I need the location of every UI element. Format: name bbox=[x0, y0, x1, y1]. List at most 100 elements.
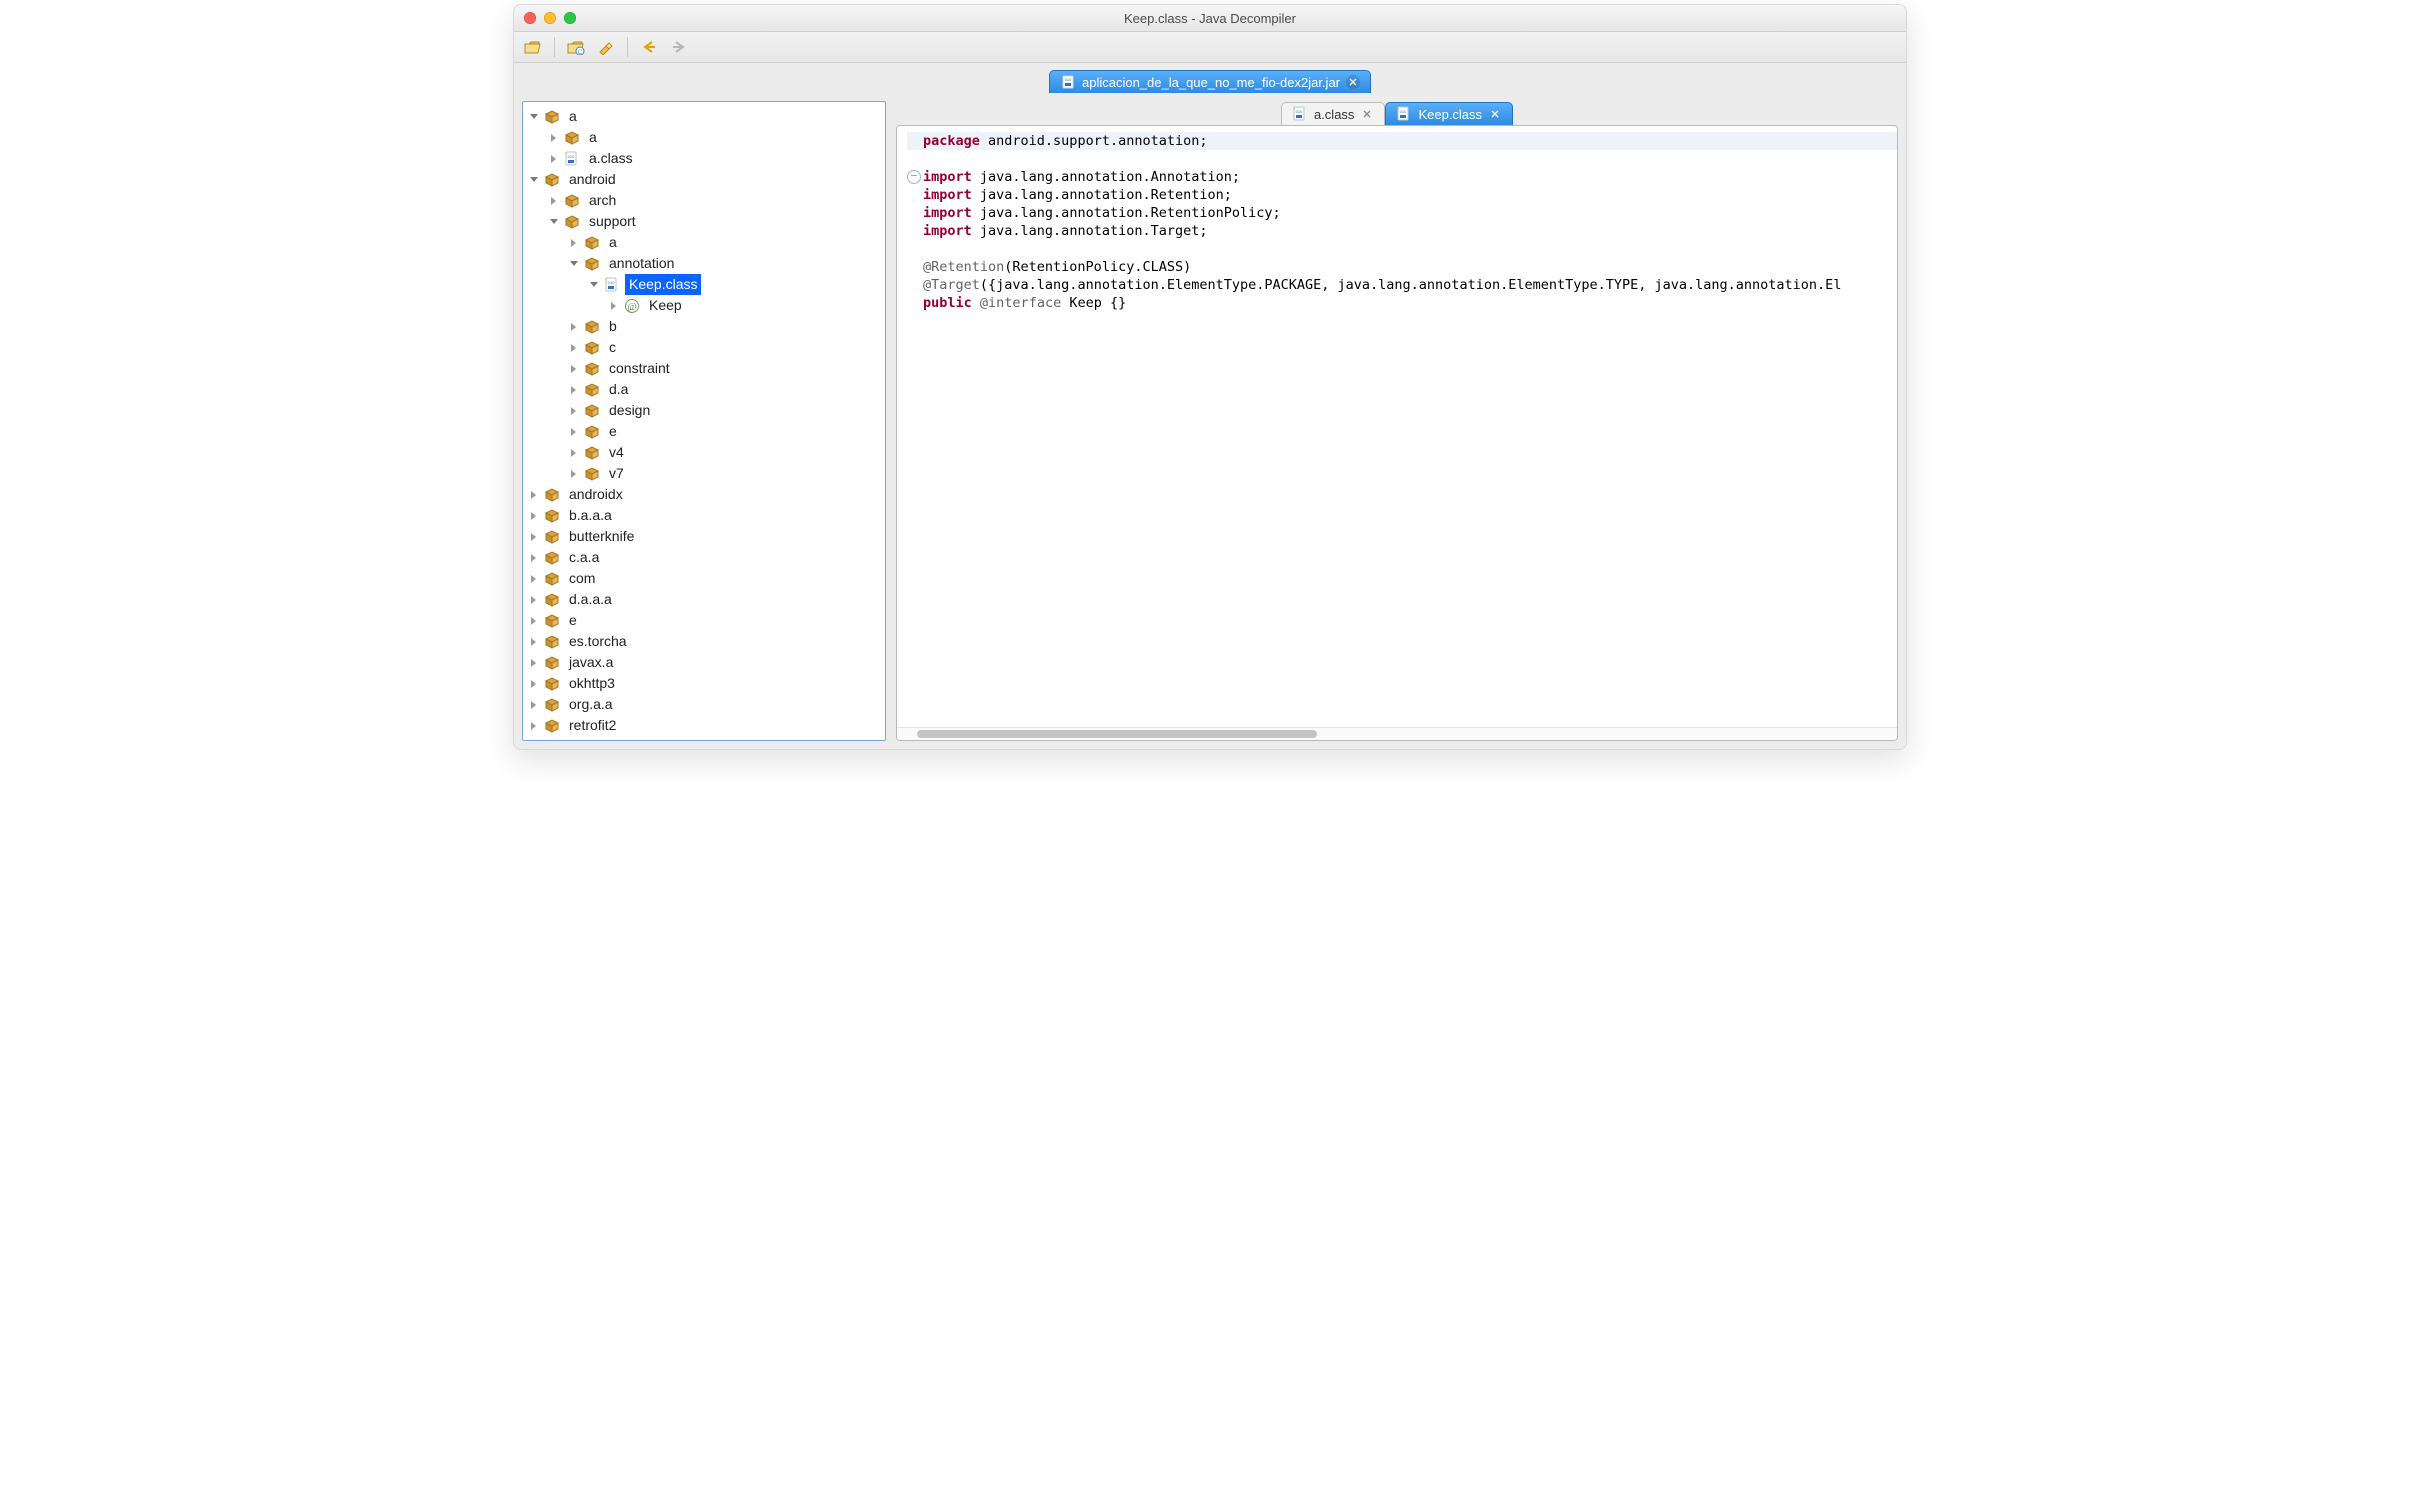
close-tab-icon[interactable] bbox=[1488, 107, 1502, 121]
tree-item-label: arch bbox=[585, 190, 620, 211]
tree-item-label: e bbox=[565, 610, 581, 631]
chevron-right-icon[interactable] bbox=[527, 614, 541, 628]
jar-icon: 010 bbox=[1060, 74, 1076, 90]
zoom-window-icon[interactable] bbox=[564, 12, 576, 24]
toolbar-separator bbox=[554, 37, 555, 57]
chevron-right-icon[interactable] bbox=[547, 152, 561, 166]
close-window-icon[interactable] bbox=[524, 12, 536, 24]
package-explorer[interactable]: aa010a.classandroidarchsupportaannotatio… bbox=[522, 101, 886, 741]
tree-item-label: Keep bbox=[645, 295, 686, 316]
open-type-button[interactable]: C bbox=[565, 36, 587, 58]
package-icon bbox=[583, 444, 601, 462]
tree-row[interactable]: e bbox=[523, 421, 885, 442]
chevron-right-icon[interactable] bbox=[547, 194, 561, 208]
open-file-button[interactable] bbox=[522, 36, 544, 58]
chevron-right-icon[interactable] bbox=[527, 635, 541, 649]
chevron-right-icon[interactable] bbox=[567, 383, 581, 397]
tree-item-label: c bbox=[605, 337, 620, 358]
tree-row[interactable]: b bbox=[523, 316, 885, 337]
tree-row[interactable]: support bbox=[523, 211, 885, 232]
tree-row[interactable]: androidx bbox=[523, 484, 885, 505]
chevron-right-icon[interactable] bbox=[567, 404, 581, 418]
tree-row[interactable]: 010a.class bbox=[523, 148, 885, 169]
chevron-down-icon[interactable] bbox=[587, 278, 601, 292]
tree-row[interactable]: a bbox=[523, 127, 885, 148]
package-icon bbox=[543, 696, 561, 714]
tree-row[interactable]: d.a.a.a bbox=[523, 589, 885, 610]
chevron-down-icon[interactable] bbox=[547, 215, 561, 229]
chevron-down-icon[interactable] bbox=[567, 257, 581, 271]
chevron-right-icon[interactable] bbox=[547, 131, 561, 145]
tree-row[interactable]: e bbox=[523, 610, 885, 631]
tree-row[interactable]: retrofit2 bbox=[523, 715, 885, 736]
tree-row[interactable]: v4 bbox=[523, 442, 885, 463]
annotation-icon: @ bbox=[623, 297, 641, 315]
chevron-right-icon[interactable] bbox=[567, 341, 581, 355]
tree-row[interactable]: 010Keep.class bbox=[523, 274, 885, 295]
tree-row[interactable]: javax.a bbox=[523, 652, 885, 673]
tree-row[interactable]: @Keep bbox=[523, 295, 885, 316]
back-button[interactable] bbox=[638, 36, 660, 58]
tree-row[interactable]: org.a.a bbox=[523, 694, 885, 715]
tree-row[interactable]: annotation bbox=[523, 253, 885, 274]
chevron-right-icon[interactable] bbox=[527, 488, 541, 502]
tree-row[interactable]: v7 bbox=[523, 463, 885, 484]
tree-item-label: android bbox=[565, 169, 620, 190]
minimize-window-icon[interactable] bbox=[544, 12, 556, 24]
chevron-right-icon[interactable] bbox=[607, 299, 621, 313]
svg-text:010: 010 bbox=[1296, 109, 1303, 114]
chevron-right-icon[interactable] bbox=[567, 236, 581, 250]
chevron-right-icon[interactable] bbox=[567, 446, 581, 460]
package-icon bbox=[543, 528, 561, 546]
horizontal-scrollbar[interactable] bbox=[897, 727, 1897, 740]
file-tab[interactable]: 010a.class bbox=[1281, 102, 1385, 125]
chevron-right-icon[interactable] bbox=[527, 656, 541, 670]
tree-row[interactable]: design bbox=[523, 400, 885, 421]
scrollbar-thumb[interactable] bbox=[917, 730, 1317, 738]
chevron-right-icon[interactable] bbox=[527, 593, 541, 607]
forward-button[interactable] bbox=[668, 36, 690, 58]
code-scroll[interactable]: package android.support.annotation; –imp… bbox=[897, 126, 1897, 727]
chevron-down-icon[interactable] bbox=[527, 173, 541, 187]
tree-row[interactable]: es.torcha bbox=[523, 631, 885, 652]
chevron-right-icon[interactable] bbox=[527, 551, 541, 565]
close-tab-icon[interactable] bbox=[1360, 107, 1374, 121]
tree-row[interactable]: b.a.a.a bbox=[523, 505, 885, 526]
tree-row[interactable]: okhttp3 bbox=[523, 673, 885, 694]
package-icon bbox=[543, 591, 561, 609]
tree-item-label: support bbox=[585, 211, 640, 232]
chevron-down-icon[interactable] bbox=[527, 110, 541, 124]
chevron-right-icon[interactable] bbox=[527, 509, 541, 523]
chevron-right-icon[interactable] bbox=[527, 572, 541, 586]
tree-row[interactable]: d.a bbox=[523, 379, 885, 400]
chevron-right-icon[interactable] bbox=[567, 320, 581, 334]
tree-row[interactable]: c.a.a bbox=[523, 547, 885, 568]
tree-row[interactable]: android bbox=[523, 169, 885, 190]
tree-row[interactable]: butterknife bbox=[523, 526, 885, 547]
tree-item-label: constraint bbox=[605, 358, 674, 379]
chevron-right-icon[interactable] bbox=[567, 467, 581, 481]
tree-row[interactable]: constraint bbox=[523, 358, 885, 379]
package-icon bbox=[583, 255, 601, 273]
tree-row[interactable]: c bbox=[523, 337, 885, 358]
tree-row[interactable]: arch bbox=[523, 190, 885, 211]
jar-tab[interactable]: 010 aplicacion_de_la_que_no_me_fio-dex2j… bbox=[1049, 70, 1371, 93]
tree-item-label: a.class bbox=[585, 148, 637, 169]
chevron-right-icon[interactable] bbox=[527, 719, 541, 733]
chevron-right-icon[interactable] bbox=[567, 425, 581, 439]
chevron-right-icon[interactable] bbox=[527, 677, 541, 691]
workspace: aa010a.classandroidarchsupportaannotatio… bbox=[514, 93, 1906, 749]
package-icon bbox=[583, 381, 601, 399]
tree-item-label: d.a.a.a bbox=[565, 589, 616, 610]
search-button[interactable] bbox=[595, 36, 617, 58]
tree-row[interactable]: a bbox=[523, 106, 885, 127]
chevron-right-icon[interactable] bbox=[527, 698, 541, 712]
tree-row[interactable]: com bbox=[523, 568, 885, 589]
fold-toggle-icon[interactable]: – bbox=[907, 170, 921, 184]
close-tab-icon[interactable] bbox=[1346, 75, 1360, 89]
chevron-right-icon[interactable] bbox=[527, 530, 541, 544]
file-tab[interactable]: 010Keep.class bbox=[1385, 102, 1513, 125]
chevron-right-icon[interactable] bbox=[567, 362, 581, 376]
tree-row[interactable]: a bbox=[523, 232, 885, 253]
tree-item-label: c.a.a bbox=[565, 547, 603, 568]
